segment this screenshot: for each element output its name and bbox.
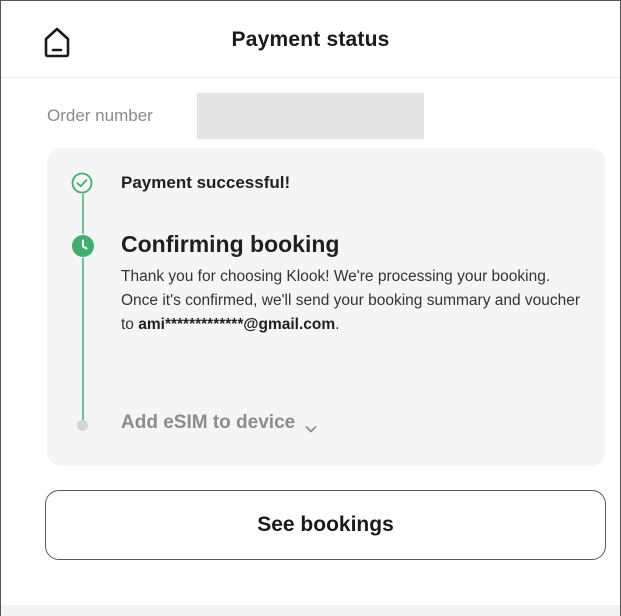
- step-confirming-booking: Confirming booking: [121, 231, 340, 257]
- clock-icon: [71, 234, 95, 258]
- order-number-redaction: [197, 93, 424, 139]
- order-number-label: Order number: [47, 106, 153, 125]
- pending-step-dot: [77, 420, 88, 431]
- timeline-connector-1: [82, 194, 84, 234]
- payment-status-screen: Payment status Order number Payment succ…: [0, 0, 621, 616]
- chevron-down-icon: [305, 418, 317, 433]
- bottom-divider: [1, 605, 620, 616]
- timeline-connector-2: [82, 258, 84, 420]
- confirming-booking-description: Thank you for choosing Klook! We're proc…: [121, 265, 581, 337]
- header: Payment status: [1, 1, 620, 78]
- page-title: Payment status: [231, 28, 390, 51]
- description-end: .: [335, 316, 340, 333]
- check-circle-icon: [71, 172, 93, 194]
- add-esim-label: Add eSIM to device: [121, 412, 296, 433]
- step-payment-successful: Payment successful!: [121, 173, 291, 192]
- add-esim-toggle[interactable]: Add eSIM to device: [121, 412, 317, 434]
- booking-progress-card: Payment successful! Confirming booking T…: [47, 148, 605, 466]
- masked-email: ami*************@gmail.com: [138, 316, 336, 333]
- see-bookings-button[interactable]: See bookings: [45, 490, 606, 560]
